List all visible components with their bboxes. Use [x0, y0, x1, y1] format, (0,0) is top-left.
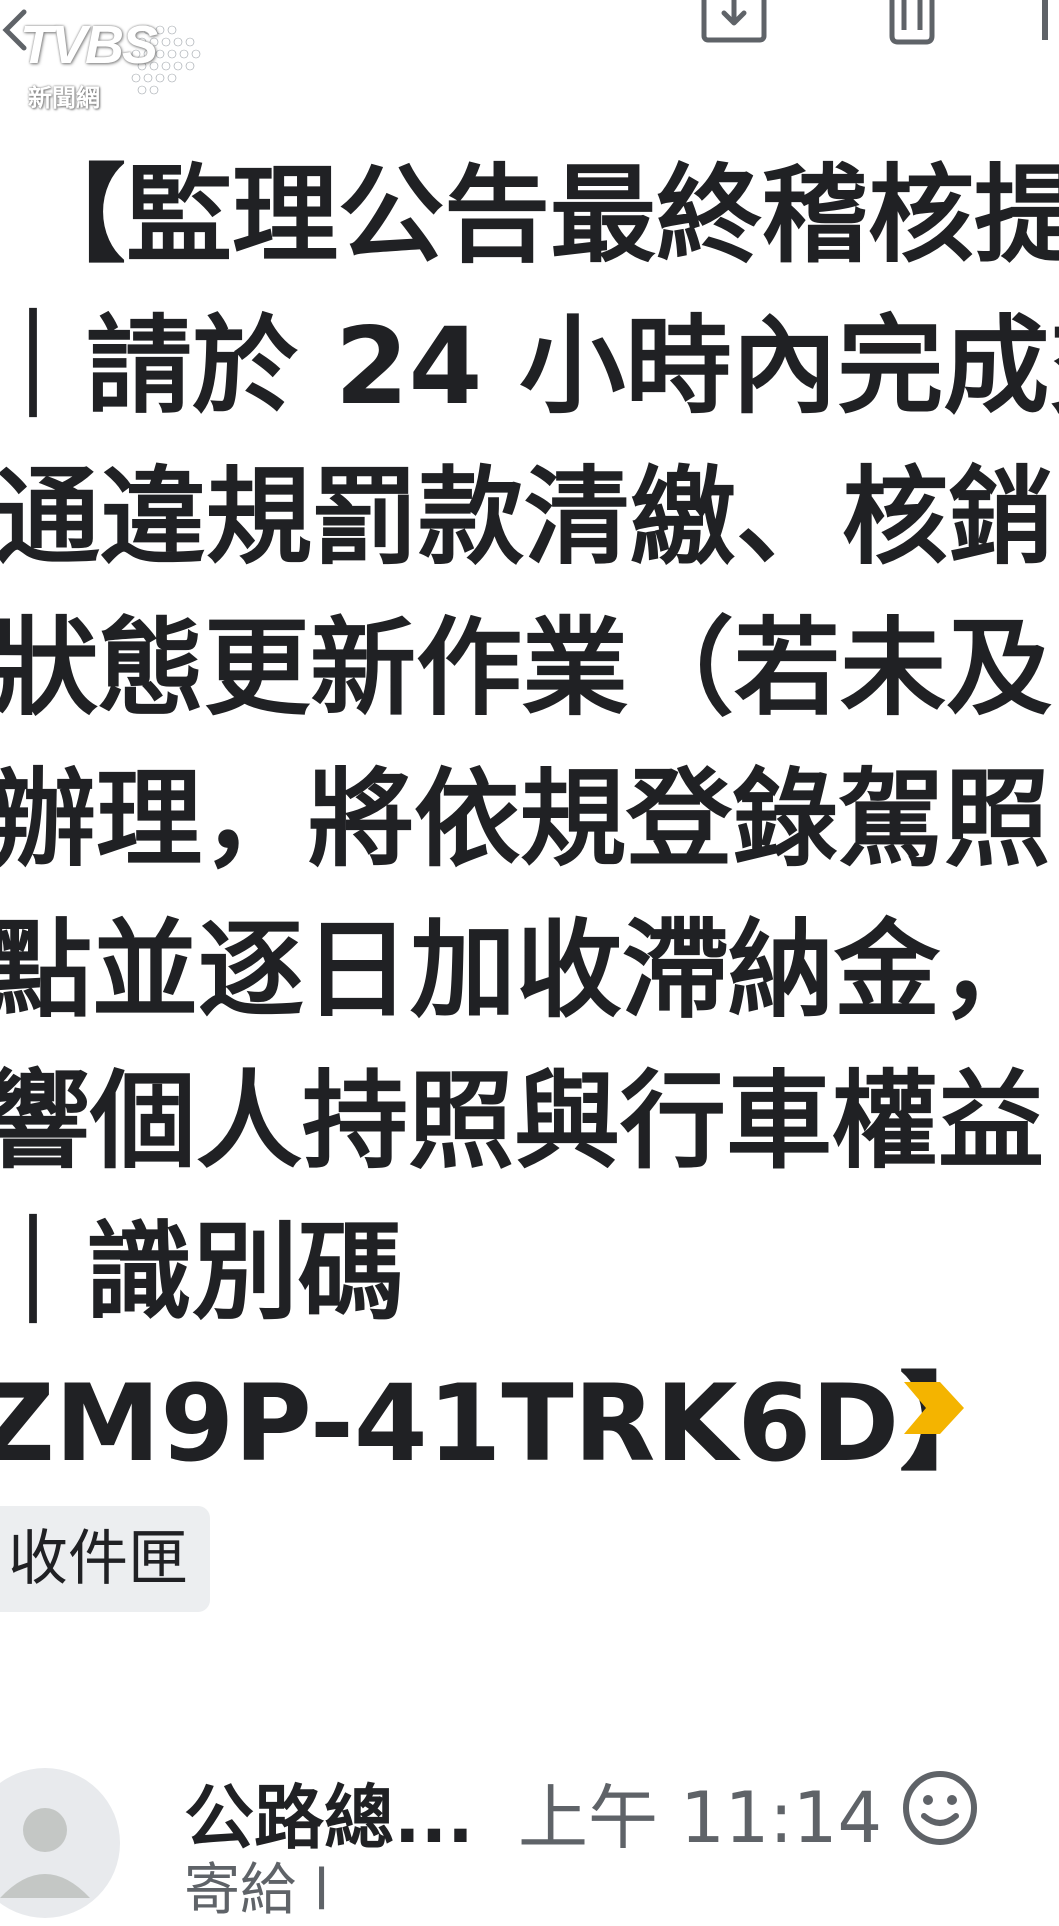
sender-name[interactable]: 公路總...: [184, 1776, 474, 1860]
person-icon: [0, 1808, 90, 1898]
subject-line-6: 點並逐日加收滯納金，: [0, 909, 1046, 1032]
sent-time: 上午 11:14: [518, 1777, 882, 1859]
logo-brand-text: TVBS: [20, 15, 158, 75]
recipient-details[interactable]: 寄給 l: [184, 1856, 329, 1926]
subject-line-3: 通違規罰款清繳、核銷: [0, 456, 1054, 579]
more-options-icon[interactable]: [1042, 0, 1059, 40]
subject-line-8: ｜識別碼: [0, 1211, 404, 1334]
subject-line-5: 辦理，將依規登錄駕照: [0, 758, 1050, 881]
add-reaction-icon[interactable]: [900, 1768, 980, 1848]
inbox-label-chip[interactable]: 收件匣: [0, 1506, 210, 1612]
tvbs-logo-watermark: TVBS 新聞網: [20, 15, 201, 118]
delete-icon[interactable]: [884, 0, 940, 48]
importance-marker-icon[interactable]: [900, 1380, 968, 1436]
archive-icon[interactable]: [700, 0, 768, 48]
subject-line-2: ｜請於 24 小時內完成交: [0, 305, 1059, 428]
top-app-bar: TVBS 新聞網: [0, 0, 1059, 112]
logo-subtitle: 新聞網: [28, 84, 100, 112]
email-subject: 【監理公告最終稽核提 ｜請於 24 小時內完成交 通違規罰款清繳、核銷 狀態更新…: [0, 140, 1059, 1499]
sender-avatar[interactable]: [0, 1768, 120, 1918]
subject-line-1: 【監理公告最終稽核提: [20, 154, 1059, 277]
subject-line-7: 響個人持照與行車權益: [0, 1060, 1044, 1183]
subject-line-4: 狀態更新作業（若未及: [0, 607, 1052, 730]
